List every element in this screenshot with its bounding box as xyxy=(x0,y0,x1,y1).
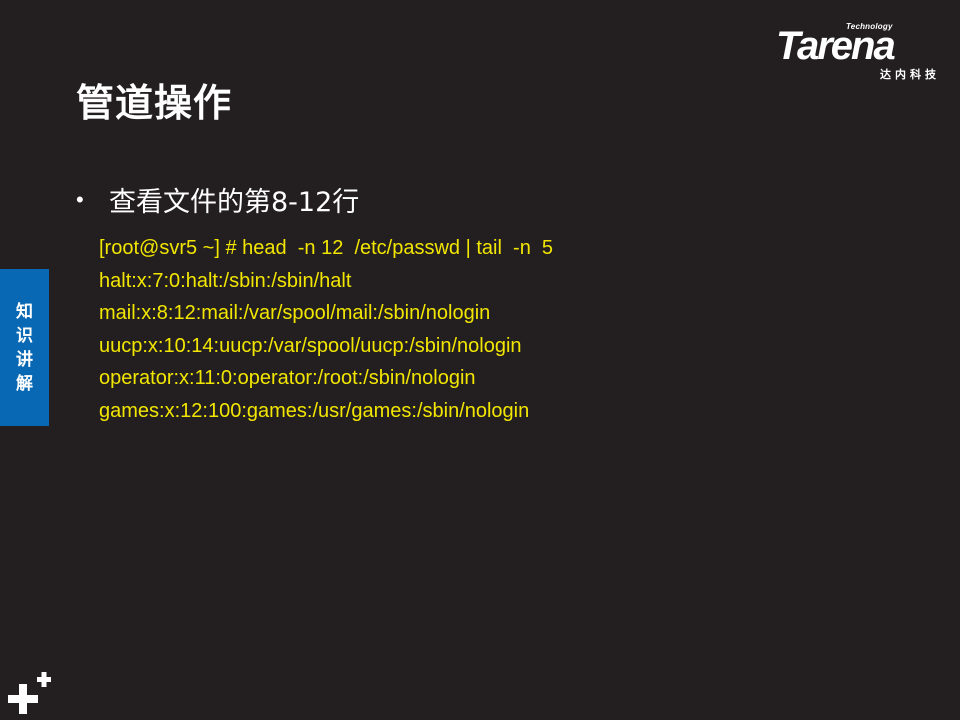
slide-title: 管道操作 xyxy=(76,81,233,125)
side-tab-char: 讲 xyxy=(16,349,33,370)
code-line-output: operator:x:11:0:operator:/root:/sbin/nol… xyxy=(99,367,476,389)
code-block: [root@svr5 ~] # head -n 12 /etc/passwd |… xyxy=(99,232,553,427)
code-line-output: games:x:12:100:games:/usr/games:/sbin/no… xyxy=(99,399,530,422)
bullet-text: 查看文件的第8-12行 xyxy=(109,187,360,218)
code-line-output: halt:x:7:0:halt:/sbin:/sbin/halt xyxy=(99,269,352,292)
slide: Technology Tarena 达内科技 管道操作 • 查看文件的第8-12… xyxy=(0,0,960,720)
side-tab-knowledge: 知 识 讲 解 xyxy=(0,269,49,426)
side-tab-char: 知 xyxy=(16,301,33,322)
bullet-marker: • xyxy=(76,186,84,212)
code-line-output: mail:x:8:12:mail:/var/spool/mail:/sbin/n… xyxy=(99,302,491,324)
logo-subtitle-text: 达内科技 xyxy=(880,68,940,81)
bullet-item: • 查看文件的第8-12行 xyxy=(76,180,359,219)
code-line-command: [root@svr5 ~] # head -n 12 /etc/passwd |… xyxy=(99,237,554,259)
logo-brand-text: Tarena xyxy=(776,24,896,68)
side-tab-char: 解 xyxy=(16,373,33,394)
side-tab-char: 识 xyxy=(16,325,33,346)
tarena-logo: Technology Tarena 达内科技 xyxy=(776,22,944,84)
plus-plus-icon xyxy=(8,672,51,714)
code-line-output: uucp:x:10:14:uucp:/var/spool/uucp:/sbin/… xyxy=(99,334,522,357)
